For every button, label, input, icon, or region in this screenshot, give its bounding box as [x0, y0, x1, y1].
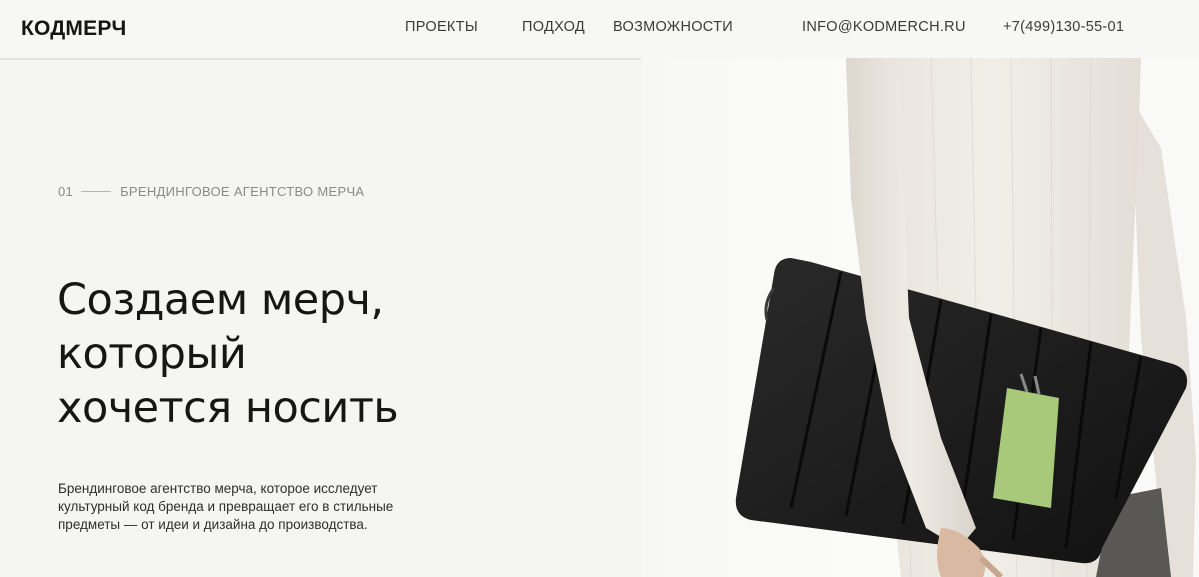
section-eyebrow: 01 БРЕНДИНГОВОЕ АГЕНТСТВО МЕРЧА: [58, 184, 364, 199]
hero-photo: [641, 58, 1199, 577]
headline-line: Создаем мерч,: [57, 275, 384, 325]
nav-item-capabilities[interactable]: ВОЗМОЖНОСТИ: [613, 19, 733, 35]
section-number: 01: [58, 184, 74, 199]
hero-headline: Создаем мерч, который хочется носить: [57, 273, 577, 435]
headline-line: хочется носить: [57, 383, 399, 433]
email-link[interactable]: INFO@KODMERCH.RU: [802, 19, 966, 35]
hero-description: Брендинговое агентство мерча, которое ис…: [58, 480, 438, 534]
nav-item-projects[interactable]: ПРОЕКТЫ: [405, 19, 478, 35]
nav-item-approach[interactable]: ПОДХОД: [522, 19, 585, 35]
phone-link[interactable]: +7(499)130-55-01: [1003, 19, 1124, 35]
header-divider: [0, 58, 641, 60]
landing-page: КОДМЕРЧ ПРОЕКТЫ ПОДХОД ВОЗМОЖНОСТИ INFO@…: [0, 0, 1199, 577]
person-with-laptop-sleeve-image: [735, 58, 1196, 577]
logo[interactable]: КОДМЕРЧ: [21, 17, 127, 41]
description-line: Брендинговое агентство мерча, которое ис…: [58, 481, 378, 496]
section-tagline: БРЕНДИНГОВОЕ АГЕНТСТВО МЕРЧА: [120, 184, 365, 199]
description-line: предметы — от идеи и дизайна до производ…: [58, 517, 368, 532]
eyebrow-divider: [81, 191, 112, 192]
headline-line: который: [57, 329, 247, 379]
site-header: КОДМЕРЧ ПРОЕКТЫ ПОДХОД ВОЗМОЖНОСТИ INFO@…: [0, 0, 1199, 58]
description-line: культурный код бренда и превращает его в…: [58, 499, 394, 514]
